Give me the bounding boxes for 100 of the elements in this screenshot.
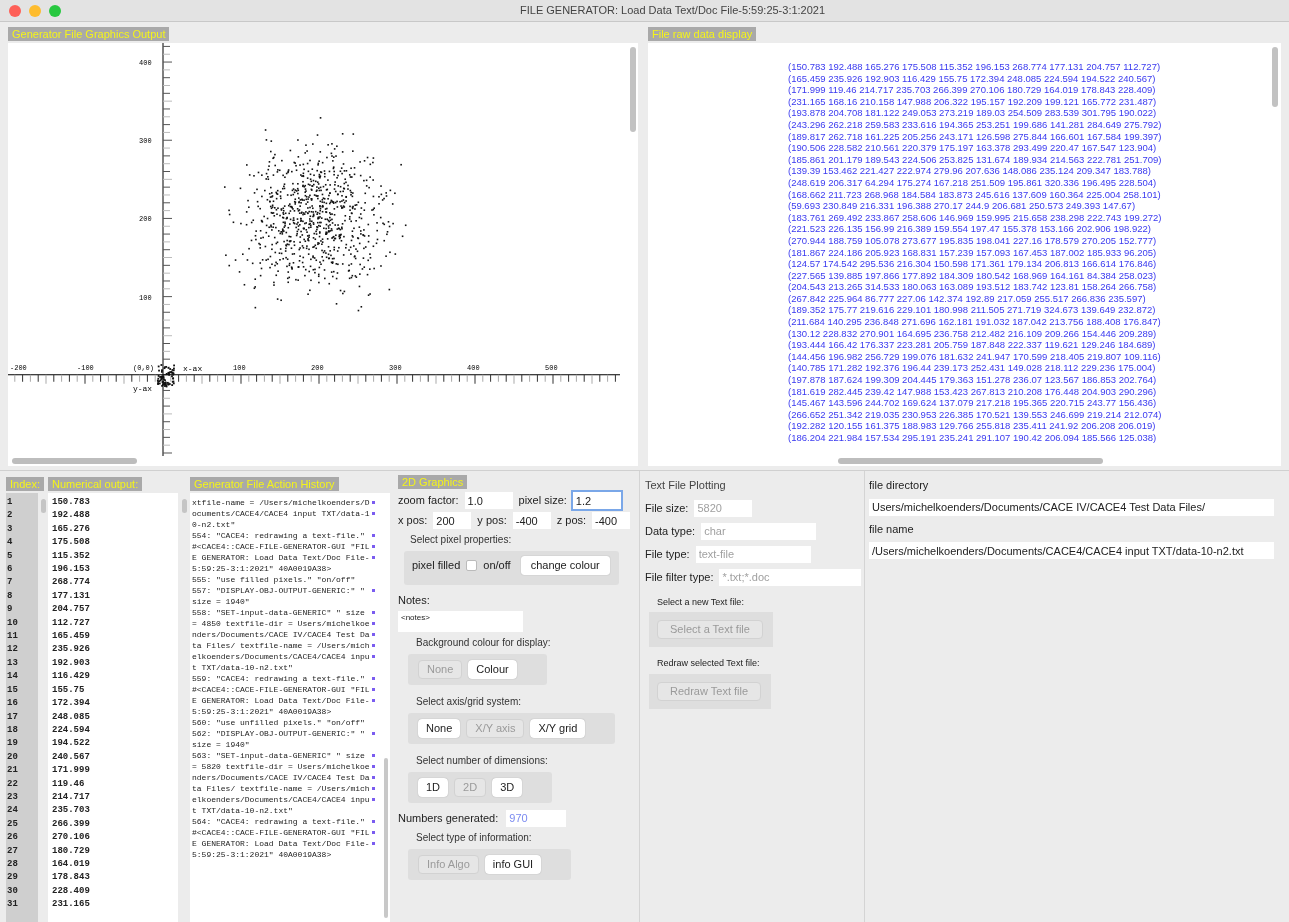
index-number: 27 (7, 844, 19, 858)
scrollbar-thumb[interactable] (1272, 47, 1278, 107)
input-field[interactable]: 200 (433, 512, 472, 529)
origin-points-drawing (156, 364, 175, 388)
raw-data-line: (190.506 228.582 210.561 220.379 175.197 163.378 293.499 220.47 167.547 123.904) (788, 142, 1158, 154)
action-button[interactable]: info GUI (484, 854, 542, 874)
raw-data-line: (186.204 221.984 157.534 295.191 235.241 291.107 190.42 206.094 185.566 125.038) (788, 432, 1158, 444)
index-number: 17 (7, 710, 19, 724)
notes-field[interactable]: <notes> (398, 610, 523, 632)
raw-data-line: (192.282 120.155 161.375 188.983 129.766 255.818 235.411 241.92 206.208 206.019) (788, 420, 1157, 432)
raw-data-line: (171.999 119.46 214.717 235.703 266.399 270.106 180.729 164.019 178.843 228.409) (788, 84, 1157, 96)
numbers-label: Numbers generated: (398, 810, 499, 826)
output-value: 192.903 (52, 656, 91, 670)
index-number: 29 (7, 871, 19, 885)
raw-data-line: (145.467 143.596 244.702 169.624 137.079 217.218 195.365 220.715 243.77 156.436) (788, 397, 1158, 409)
history-line: elkoenders/Documents/CACE4/CACE4 inpu (192, 794, 371, 805)
close-window-icon[interactable] (9, 4, 21, 17)
scrollbar-thumb[interactable] (838, 458, 1103, 464)
scrollbar-thumb[interactable] (630, 47, 636, 132)
raw-data-line: (193.878 204.708 181.122 249.053 273.219 189.03 254.509 283.539 301.795 190.022) (788, 107, 1158, 119)
output-value: 204.757 (52, 603, 91, 617)
action-button[interactable]: 3D (492, 777, 523, 797)
change-colour-button[interactable]: change colour (520, 556, 610, 575)
history-line: 555: "use filled pixels." "on/off" (192, 574, 357, 585)
output-value: 112.727 (52, 616, 91, 630)
input-field[interactable]: 1.2 (572, 492, 621, 509)
output-value: 115.352 (52, 549, 91, 563)
index-number: 23 (7, 790, 19, 804)
maximize-window-icon[interactable] (49, 4, 61, 17)
scrollbar-thumb[interactable] (12, 458, 137, 464)
scrollbar-thumb[interactable] (181, 499, 187, 513)
history-line: 564: "CACE4: redrawing a text-file." (192, 816, 366, 827)
raw-data-line: (211.684 140.295 236.848 271.696 162.181 191.032 187.042 213.756 188.408 176.847) (788, 316, 1162, 328)
output-value: 150.783 (52, 496, 91, 509)
action-button[interactable]: X/Y grid (530, 718, 586, 738)
output-value: 224.594 (52, 723, 91, 737)
index-number: 10 (7, 616, 19, 630)
output-value: 214.717 (52, 790, 91, 804)
history-line: #<CACE4::CACE-FILE-GENERATOR-GUI "FIL (192, 684, 371, 695)
field-label: z pos: (556, 513, 587, 529)
output-value: 248.085 (52, 710, 91, 724)
output-value: 192.488 (52, 509, 91, 523)
y-axis-label: y-ax (133, 383, 153, 393)
raw-data-line: (59.693 230.849 216.331 196.388 270.17 244.9 206.681 250.573 249.393 147.67) (788, 200, 1137, 212)
history-line: ta Files/ textfile-name = /Users/mich (192, 640, 371, 651)
index-number: 12 (7, 643, 19, 657)
history-line: E GENERATOR: Load Data Text/Doc File- (192, 695, 371, 706)
output-value: 119.46 (52, 777, 86, 791)
history-line: t TXT/data-10-n2.txt" (192, 662, 294, 673)
panel-title: File raw data display (648, 27, 757, 41)
output-value: 228.409 (52, 884, 91, 898)
raw-data-line: (168.662 211.723 268.968 184.584 183.873 245.616 137.609 160.364 225.004 258.101) (788, 188, 1162, 201)
input-field[interactable]: Users/michelkoenders/Documents/CACE IV/CACE4 Test Data Files/ (869, 498, 1274, 516)
input-field[interactable]: -400 (592, 512, 631, 529)
raw-data-line: (124.57 174.542 295.536 216.304 150.598 171.361 179.134 206.813 166.614 176.846) (788, 258, 1158, 270)
history-line: 563: "SET-input-data-GENERIC" " size (192, 750, 366, 761)
history-line: 0-n2.txt" (192, 519, 237, 530)
index-number: 26 (7, 831, 19, 845)
index-number: 24 (7, 804, 19, 818)
checkbox-text: on/off (483, 558, 511, 574)
field-label: File size: (645, 500, 689, 516)
panel-title: Generator File Action History (190, 477, 339, 491)
index-number: 18 (7, 723, 19, 737)
minimize-window-icon[interactable] (29, 4, 41, 17)
panel-title: Generator File Graphics Output (8, 27, 170, 41)
input-field[interactable]: -400 (512, 512, 551, 529)
index-number: 11 (7, 630, 19, 644)
action-button[interactable]: 1D (418, 777, 449, 797)
index-number: 16 (7, 697, 19, 711)
history-line: t TXT/data-10-n2.txt" (192, 805, 294, 816)
index-number: 25 (7, 817, 19, 831)
field-label: file directory (869, 478, 930, 493)
index-number: 31 (7, 898, 19, 912)
history-line: 558: "SET-input-data-GENERIC" " size (192, 607, 366, 618)
output-value: 178.843 (52, 871, 91, 885)
history-line: 557: "DISPLAY-OBJ-OUTPUT-GENERIC:" " (192, 585, 366, 596)
scrollbar-thumb[interactable] (384, 758, 388, 918)
scrollbar-thumb[interactable] (40, 499, 46, 513)
raw-data-line: (189.352 175.77 219.616 229.101 180.998 211.505 271.719 324.673 139.649 232.872) (788, 304, 1157, 317)
raw-data-line: (221.523 226.135 156.99 216.389 159.554 197.47 155.378 153.166 202.906 198.922) (788, 223, 1152, 235)
raw-data-line: (130.12 228.832 270.901 164.695 236.758 212.482 216.109 209.266 154.446 209.289) (788, 327, 1158, 340)
raw-data-line: (270.944 188.759 105.078 273.677 195.835 198.041 227.16 178.579 270.205 152.777) (788, 234, 1158, 247)
raw-data-line: (150.783 192.488 165.276 175.508 115.352 196.153 268.774 177.131 204.757 112.727) (788, 61, 1162, 73)
output-value: 165.459 (52, 630, 91, 644)
action-button[interactable]: None (418, 718, 461, 738)
field-label: x pos: (398, 513, 428, 529)
output-value: 171.999 (52, 764, 91, 778)
field-label: File type: (645, 546, 690, 562)
field-label: Data type: (645, 523, 696, 539)
raw-data-line: (231.165 168.16 210.158 147.988 206.322 195.157 192.209 199.121 165.772 231.487) (788, 95, 1158, 108)
input-field[interactable]: 1.0 (464, 492, 513, 509)
panel-title: Index: (6, 477, 44, 491)
history-line: 5:59:25-3:1:2021" 40A0019A38> (192, 706, 333, 717)
output-value: 235.703 (52, 804, 91, 818)
action-button[interactable]: Colour (468, 659, 517, 679)
history-line: ocuments/CACE4/CACE4 input TXT/data-1 (192, 508, 371, 519)
history-line: E GENERATOR: Load Data Text/Doc File- (192, 838, 371, 849)
checkbox[interactable] (466, 560, 478, 571)
input-field[interactable]: /Users/michelkoenders/Documents/CACE4/CACE4 input TXT/data-10-n2.txt (869, 542, 1274, 559)
index-number: 15 (7, 683, 19, 697)
